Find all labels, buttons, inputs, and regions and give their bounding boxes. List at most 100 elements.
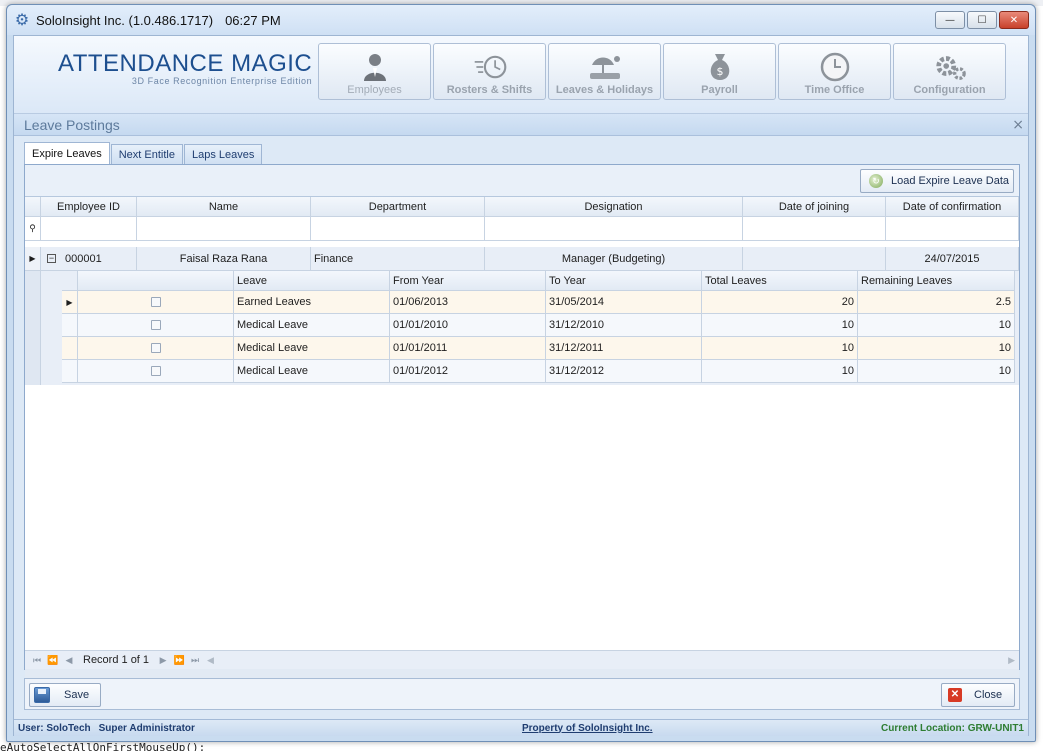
app-gear-icon: ⚙	[14, 10, 30, 29]
scroll-right-icon[interactable]: ▶	[1008, 655, 1015, 666]
last-record-icon[interactable]: ⏭	[187, 655, 203, 666]
column-header-employee-id[interactable]: Employee ID	[41, 197, 137, 217]
cell-to-year: 31/12/2010	[546, 314, 702, 337]
save-button[interactable]: Save	[29, 683, 101, 707]
background-code-line: eAutoSelectAllOnFirstMouseUp();	[0, 741, 206, 751]
panel-close-icon[interactable]: ×	[1012, 117, 1024, 133]
detail-row[interactable]: Medical Leave 01/01/2011 31/12/2011 10 1…	[62, 337, 1015, 360]
minimize-button[interactable]: —	[935, 11, 965, 29]
first-record-icon[interactable]: ⏮	[29, 655, 45, 666]
next-record-icon[interactable]: ▶	[155, 655, 171, 666]
detail-header-select	[78, 271, 234, 291]
row-checkbox[interactable]	[78, 291, 234, 314]
detail-row-indicator-icon: ▶	[62, 291, 78, 314]
previous-page-icon[interactable]: ⏪	[45, 655, 61, 666]
cell-to-year: 31/12/2011	[546, 337, 702, 360]
status-bar: User: SoloTech Super Administrator Prope…	[14, 719, 1028, 736]
module-leaves-holidays[interactable]: Leaves & Holidays	[548, 43, 661, 100]
detail-header-to-year[interactable]: To Year	[546, 271, 702, 291]
detail-header-total-leaves[interactable]: Total Leaves	[702, 271, 858, 291]
module-label: Leaves & Holidays	[555, 84, 654, 96]
cell-remaining-leaves: 10	[858, 337, 1015, 360]
column-header-name[interactable]: Name	[137, 197, 311, 217]
window-close-button[interactable]: ✕	[999, 11, 1029, 29]
close-button[interactable]: ✕ Close	[941, 683, 1015, 707]
filter-department[interactable]	[311, 217, 485, 241]
tab-laps-leaves[interactable]: Laps Leaves	[183, 144, 263, 164]
expand-collapse-icon[interactable]: −	[41, 247, 62, 271]
header-indicator	[25, 197, 41, 217]
filter-employee-id[interactable]	[41, 217, 137, 241]
load-icon: ↻	[869, 174, 883, 188]
filter-date-of-joining[interactable]	[743, 217, 886, 241]
cell-remaining-leaves: 2.5	[858, 291, 1015, 314]
detail-row-indicator	[62, 337, 78, 360]
row-checkbox[interactable]	[78, 360, 234, 383]
cell-leave: Earned Leaves	[234, 291, 390, 314]
maximize-button[interactable]: ☐	[967, 11, 997, 29]
filter-date-of-confirmation[interactable]	[886, 217, 1019, 241]
employee-icon	[358, 52, 392, 82]
cell-from-year: 01/01/2010	[390, 314, 546, 337]
panel-header: Leave Postings ×	[14, 114, 1028, 136]
module-payroll[interactable]: $ Payroll	[663, 43, 776, 100]
cell-total-leaves: 10	[702, 314, 858, 337]
gear-icon	[933, 52, 967, 82]
cell-remaining-leaves: 10	[858, 314, 1015, 337]
detail-header-from-year[interactable]: From Year	[390, 271, 546, 291]
tab-next-entitle[interactable]: Next Entitle	[110, 144, 183, 164]
cell-date-of-joining	[743, 247, 886, 271]
module-label: Employees	[347, 84, 402, 96]
status-location: Current Location: GRW-UNIT1	[881, 722, 1024, 734]
close-icon: ✕	[948, 688, 962, 702]
module-label: Payroll	[701, 84, 738, 96]
next-page-icon[interactable]: ⏩	[171, 655, 187, 666]
tab-expire-leaves[interactable]: Expire Leaves	[24, 142, 110, 164]
detail-header-leave[interactable]: Leave	[234, 271, 390, 291]
filter-row: ⚲	[25, 217, 1019, 241]
cell-designation: Manager (Budgeting)	[485, 247, 743, 271]
detail-row-indicator	[62, 314, 78, 337]
close-button-label: Close	[974, 689, 1003, 701]
column-header-date-of-confirmation[interactable]: Date of confirmation	[886, 197, 1019, 217]
status-property-link[interactable]: Property of SoloInsight Inc.	[522, 723, 653, 734]
module-employees[interactable]: Employees	[318, 43, 431, 100]
cell-total-leaves: 10	[702, 337, 858, 360]
module-time-office[interactable]: Time Office	[778, 43, 891, 100]
detail-header-row: Leave From Year To Year Total Leaves Rem…	[62, 271, 1015, 291]
app-window: ⚙ SoloInsight Inc. (1.0.486.1717) 06:27 …	[6, 4, 1036, 742]
floppy-disk-icon	[34, 687, 50, 703]
action-bar: Save ✕ Close	[24, 678, 1020, 710]
cell-total-leaves: 10	[702, 360, 858, 383]
cell-from-year: 01/01/2012	[390, 360, 546, 383]
column-header-department[interactable]: Department	[311, 197, 485, 217]
status-role: Super Administrator	[98, 722, 195, 734]
filter-designation[interactable]	[485, 217, 743, 241]
module-label: Time Office	[804, 84, 865, 96]
beach-icon	[588, 52, 622, 82]
grid-header-row: Employee ID Name Department Designation …	[25, 197, 1019, 217]
brand-name: ATTENDANCE MAGIC	[58, 50, 313, 77]
previous-record-icon[interactable]: ◀	[61, 655, 77, 666]
title-bar[interactable]: ⚙ SoloInsight Inc. (1.0.486.1717) 06:27 …	[7, 5, 1035, 35]
detail-header-remaining-leaves[interactable]: Remaining Leaves	[858, 271, 1015, 291]
row-checkbox[interactable]	[78, 314, 234, 337]
detail-row-indicator	[62, 360, 78, 383]
column-header-designation[interactable]: Designation	[485, 197, 743, 217]
scroll-left-icon[interactable]: ◀	[207, 655, 214, 666]
row-checkbox[interactable]	[78, 337, 234, 360]
cell-total-leaves: 20	[702, 291, 858, 314]
detail-panel: Leave From Year To Year Total Leaves Rem…	[25, 271, 1019, 385]
detail-row[interactable]: Medical Leave 01/01/2012 31/12/2012 10 1…	[62, 360, 1015, 383]
module-configuration[interactable]: Configuration	[893, 43, 1006, 100]
filter-name[interactable]	[137, 217, 311, 241]
cell-to-year: 31/05/2014	[546, 291, 702, 314]
cell-name: Faisal Raza Rana	[137, 247, 311, 271]
column-header-date-of-joining[interactable]: Date of joining	[743, 197, 886, 217]
table-row[interactable]: ▶ − 000001 Faisal Raza Rana Finance Mana…	[25, 247, 1019, 271]
detail-row[interactable]: Medical Leave 01/01/2010 31/12/2010 10 1…	[62, 314, 1015, 337]
detail-row[interactable]: ▶ Earned Leaves 01/06/2013 31/05/2014 20…	[62, 291, 1015, 314]
money-bag-icon: $	[703, 52, 737, 82]
module-rosters-shifts[interactable]: Rosters & Shifts	[433, 43, 546, 100]
load-expire-leave-data-button[interactable]: ↻ Load Expire Leave Data	[860, 169, 1014, 193]
